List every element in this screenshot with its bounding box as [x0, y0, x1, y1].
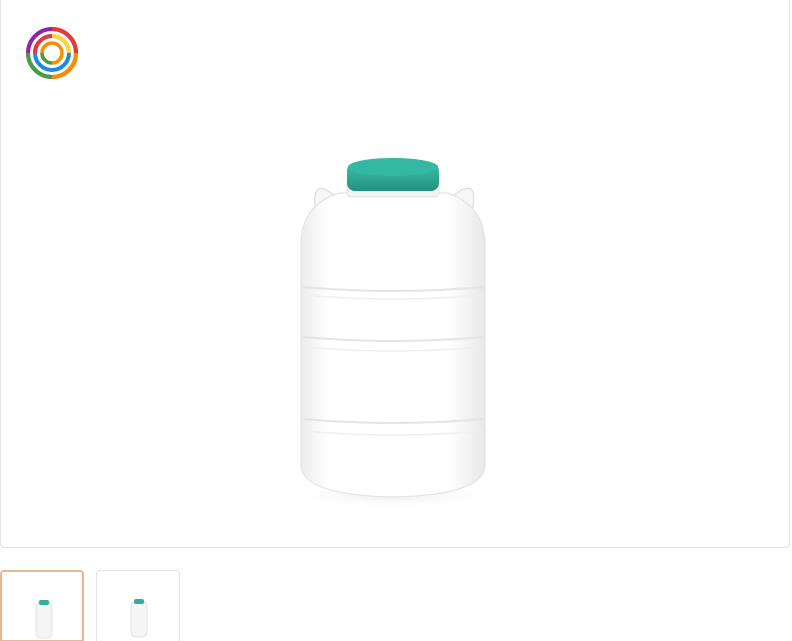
- water-canister-thumbnail-icon: [35, 600, 53, 639]
- thumbnail-1[interactable]: [0, 570, 84, 641]
- main-image-frame[interactable]: [0, 0, 790, 548]
- rainbow-swirl-logo[interactable]: [23, 24, 81, 82]
- thumbnail-2[interactable]: [96, 570, 180, 641]
- water-canister-thumbnail-icon: [130, 599, 148, 638]
- product-gallery: [0, 0, 792, 641]
- thumbnail-strip: [0, 570, 792, 641]
- water-canister-image: [283, 158, 503, 509]
